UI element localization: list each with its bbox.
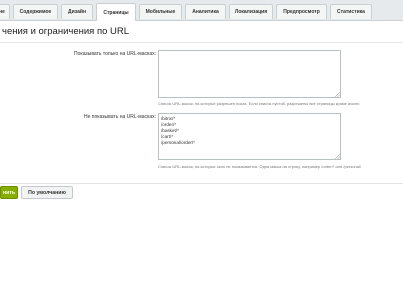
hide-on-wrapper: /bitrix/* /order/* /basket/* /cart/* /pe… xyxy=(158,113,341,160)
hide-on-hint: Список URL-масок, на которых окно не пок… xyxy=(158,164,361,169)
tab-statistics[interactable]: Статистика xyxy=(330,4,372,19)
tab-content[interactable]: Содержимое xyxy=(13,4,58,19)
hide-on-textarea[interactable]: /bitrix/* /order/* /basket/* /cart/* /pe… xyxy=(158,113,341,160)
show-only-label: Показывать только на URL-масках: xyxy=(74,51,156,57)
tab-design[interactable]: Дизайн xyxy=(61,4,93,19)
divider xyxy=(0,42,403,43)
tab-bar: не Содержимое Дизайн Страницы Мобильные … xyxy=(0,0,403,21)
tab-preview[interactable]: Предпросмотр xyxy=(276,4,327,19)
page-title: чения и ограничения по URL xyxy=(2,26,130,37)
show-only-textarea[interactable] xyxy=(158,50,341,98)
tab-general[interactable]: не xyxy=(0,4,10,19)
save-button[interactable]: нить xyxy=(0,186,18,199)
show-only-hint: Список URL-масок, на которых разрешен по… xyxy=(158,101,360,106)
resize-grip-icon[interactable] xyxy=(335,92,340,97)
tab-localization[interactable]: Локализация xyxy=(229,4,273,19)
tab-analytics[interactable]: Аналитика xyxy=(185,4,226,19)
default-button[interactable]: По умолчанию xyxy=(21,186,73,199)
show-only-wrapper xyxy=(158,50,341,98)
resize-grip-icon[interactable] xyxy=(335,154,340,159)
tab-mobile[interactable]: Мобильные xyxy=(139,4,182,19)
tab-pages[interactable]: Страницы xyxy=(96,3,136,21)
footer-divider xyxy=(0,183,403,184)
hide-on-label: Не показывать на URL-масках: xyxy=(83,114,156,120)
